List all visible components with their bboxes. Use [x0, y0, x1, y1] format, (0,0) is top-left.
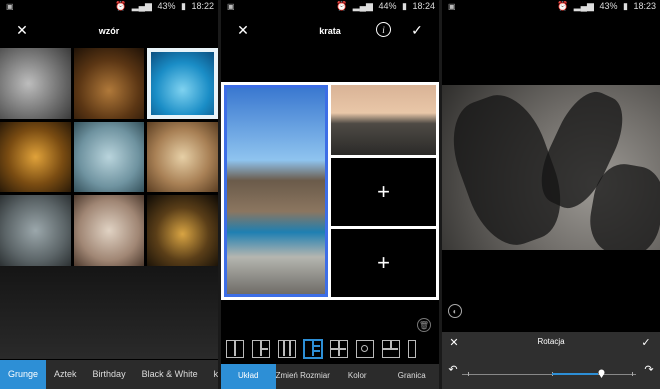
battery-icon: ▮ [623, 1, 628, 11]
category-tabs: Grunge Aztek Birthday Black & White k [0, 360, 218, 389]
top-bar: ✕ krata i ✓ [221, 20, 439, 44]
layout-picker [223, 340, 439, 362]
texture-thumbnail[interactable] [73, 48, 145, 119]
layout-option[interactable] [408, 340, 416, 358]
rotation-slider-thumb[interactable] [598, 369, 605, 378]
tab-border[interactable]: Granica [385, 364, 440, 389]
photo-preview [442, 85, 660, 250]
signal-icon: ▂▄▆ [573, 1, 594, 11]
compare-icon[interactable]: ◐ [448, 304, 462, 318]
layout-option[interactable] [330, 340, 348, 358]
battery-level: 43% [599, 1, 618, 11]
top-bar: ✕ wzór [0, 20, 218, 44]
image-icon: ▣ [227, 2, 235, 11]
tab-birthday[interactable]: Birthday [85, 360, 134, 389]
empty-area [0, 266, 218, 359]
page-title: krata [319, 26, 341, 36]
tab-next[interactable]: k [206, 360, 218, 389]
image-icon: ▣ [6, 2, 14, 11]
texture-thumbnail[interactable] [73, 195, 145, 266]
battery-level: 44% [378, 1, 397, 11]
image-icon: ▣ [448, 2, 456, 11]
rotation-title: Rotacja [537, 337, 565, 346]
collage-cell-selected[interactable] [224, 85, 328, 297]
layout-option[interactable] [356, 340, 374, 358]
status-bar: ▣ ⏰ ▂▄▆ 43% ▮ 18:23 [442, 0, 660, 14]
status-bar: ▣ ⏰ ▂▄▆ 44% ▮ 18:24 [221, 0, 439, 14]
collage-cell-empty[interactable]: + [331, 158, 436, 226]
texture-thumbnail[interactable] [0, 121, 71, 193]
layout-option[interactable] [382, 340, 400, 358]
rotation-slider-fill [552, 373, 598, 375]
layout-option[interactable] [278, 340, 296, 358]
texture-thumbnail[interactable] [73, 121, 145, 193]
layout-option[interactable] [226, 340, 244, 358]
texture-thumbnail[interactable] [0, 48, 71, 119]
tab-aztek[interactable]: Aztek [46, 360, 85, 389]
tab-grunge[interactable]: Grunge [0, 360, 47, 389]
grid-screen: ▣ ⏰ ▂▄▆ 44% ▮ 18:24 ✕ krata i ✓ + + 🗑 Uk… [221, 0, 439, 389]
pattern-screen: ▣ ⏰ ▂▄▆ 43% ▮ 18:22 ✕ wzór Grunge Aztek … [0, 0, 218, 389]
rotate-right-icon[interactable]: ↷ [642, 362, 656, 376]
signal-icon: ▂▄▆ [352, 1, 373, 11]
add-photo-icon[interactable]: + [377, 252, 390, 274]
collage-canvas: + + [221, 82, 439, 300]
texture-thumbnail[interactable] [0, 195, 71, 266]
rotate-left-icon[interactable]: ↶ [446, 362, 460, 376]
trash-icon[interactable]: 🗑 [417, 318, 431, 332]
alarm-icon: ⏰ [335, 1, 348, 11]
battery-level: 43% [157, 1, 176, 11]
battery-icon: ▮ [402, 1, 407, 11]
tab-resize[interactable]: Zmień Rozmiar [276, 364, 331, 389]
collage-cell[interactable] [331, 85, 436, 155]
battery-icon: ▮ [181, 1, 186, 11]
collage-cell-empty[interactable]: + [331, 229, 436, 297]
editor-tabs: Układ Zmień Rozmiar Kolor Granica [221, 364, 439, 389]
texture-thumbnail[interactable] [147, 195, 218, 266]
tab-black-white[interactable]: Black & White [134, 360, 206, 389]
alarm-icon: ⏰ [114, 1, 127, 11]
clock: 18:24 [412, 1, 435, 11]
rotation-panel: ✕ Rotacja ✓ ↶ ↷ [442, 332, 660, 389]
texture-grid [0, 48, 218, 266]
status-bar: ▣ ⏰ ▂▄▆ 43% ▮ 18:22 [0, 0, 218, 14]
confirm-icon[interactable]: ✓ [640, 336, 652, 349]
add-photo-icon[interactable]: + [377, 181, 390, 203]
alarm-icon: ⏰ [556, 1, 569, 11]
texture-thumbnail[interactable] [147, 121, 218, 193]
tab-layout[interactable]: Układ [221, 364, 276, 389]
layout-option[interactable] [252, 340, 270, 358]
signal-icon: ▂▄▆ [131, 1, 152, 11]
page-title: wzór [98, 26, 120, 36]
rotation-slider-track[interactable] [462, 374, 636, 375]
check-icon[interactable]: ✓ [409, 22, 425, 38]
rotate-screen: ▣ ⏰ ▂▄▆ 43% ▮ 18:23 ◐ ✕ Rotacja ✓ ↶ ↷ [442, 0, 660, 389]
texture-thumbnail[interactable] [147, 48, 218, 119]
clock: 18:23 [633, 1, 656, 11]
tab-color[interactable]: Kolor [330, 364, 385, 389]
layout-option-selected[interactable] [304, 340, 322, 358]
clock: 18:22 [191, 1, 214, 11]
info-icon[interactable]: i [376, 22, 391, 37]
